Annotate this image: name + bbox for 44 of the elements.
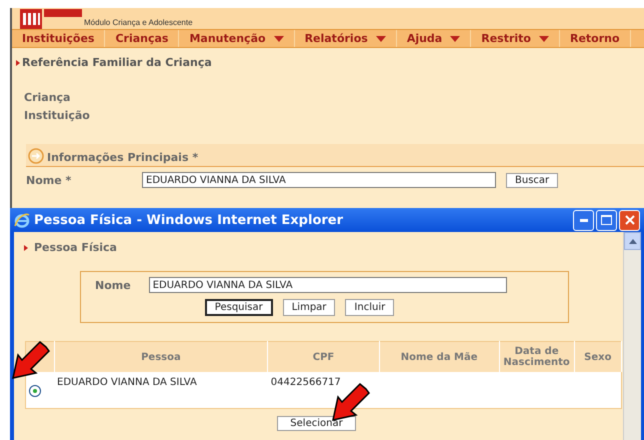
field-label: Nome bbox=[95, 278, 131, 292]
menu-item[interactable]: Ajuda bbox=[396, 30, 472, 47]
maximize-icon bbox=[601, 215, 612, 225]
column-header: Sexo bbox=[574, 342, 622, 372]
field-label: Instituição bbox=[24, 109, 91, 122]
table-cell: EDUARDO VIANNA DA SILVA bbox=[57, 377, 197, 388]
form-button[interactable]: Pesquisar bbox=[204, 299, 273, 316]
table-cell: 04422566717 bbox=[270, 377, 341, 388]
scrollbar[interactable] bbox=[623, 232, 641, 440]
logo-icon bbox=[20, 9, 82, 29]
close-icon bbox=[624, 215, 634, 225]
app-subtitle: Módulo Criança e Adolescente bbox=[84, 18, 193, 29]
menu-item[interactable]: Manutenção bbox=[179, 30, 295, 47]
page-title: Referência Familiar da Criança bbox=[22, 56, 212, 69]
name-field[interactable]: EDUARDO VIANNA DA SILVA bbox=[142, 172, 496, 188]
column-header: Data de Nascimento bbox=[499, 342, 574, 372]
menu-item[interactable]: Instituições bbox=[12, 30, 106, 47]
minimize-icon bbox=[580, 218, 588, 222]
name-field[interactable]: EDUARDO VIANNA DA SILVA bbox=[148, 277, 507, 293]
search-button[interactable]: Buscar bbox=[506, 172, 558, 188]
menu-item[interactable]: Retorno bbox=[560, 30, 631, 47]
form-button[interactable]: Incluir bbox=[345, 299, 394, 316]
bullet-icon bbox=[24, 244, 28, 250]
pointer-arrow bbox=[10, 341, 50, 381]
menu-item[interactable]: Crianças bbox=[105, 30, 180, 47]
menu-item[interactable]: Restrito bbox=[471, 30, 560, 47]
minimize-button[interactable] bbox=[573, 210, 594, 230]
column-header: CPF bbox=[268, 342, 380, 372]
maximize-button[interactable] bbox=[596, 210, 617, 230]
menu-item[interactable]: Relatórios bbox=[294, 30, 397, 47]
section-title: Informações Principais * bbox=[47, 151, 198, 164]
browser-icon bbox=[14, 212, 30, 228]
radio-button[interactable] bbox=[29, 385, 41, 397]
bullet-icon bbox=[16, 60, 20, 66]
field-label: Nome * bbox=[26, 174, 72, 186]
form-button[interactable]: Limpar bbox=[282, 299, 336, 316]
select-button[interactable]: Selecionar bbox=[277, 416, 356, 431]
close-button[interactable] bbox=[619, 210, 640, 230]
column-header: Pessoa bbox=[54, 342, 268, 372]
column-header: Nome da Mãe bbox=[379, 342, 500, 372]
page-title: Pessoa Física bbox=[34, 241, 117, 254]
window-title: Pessoa Física - Windows Internet Explorer bbox=[34, 212, 344, 228]
scroll-up-icon bbox=[628, 238, 636, 244]
field-label: Criança bbox=[24, 91, 72, 104]
